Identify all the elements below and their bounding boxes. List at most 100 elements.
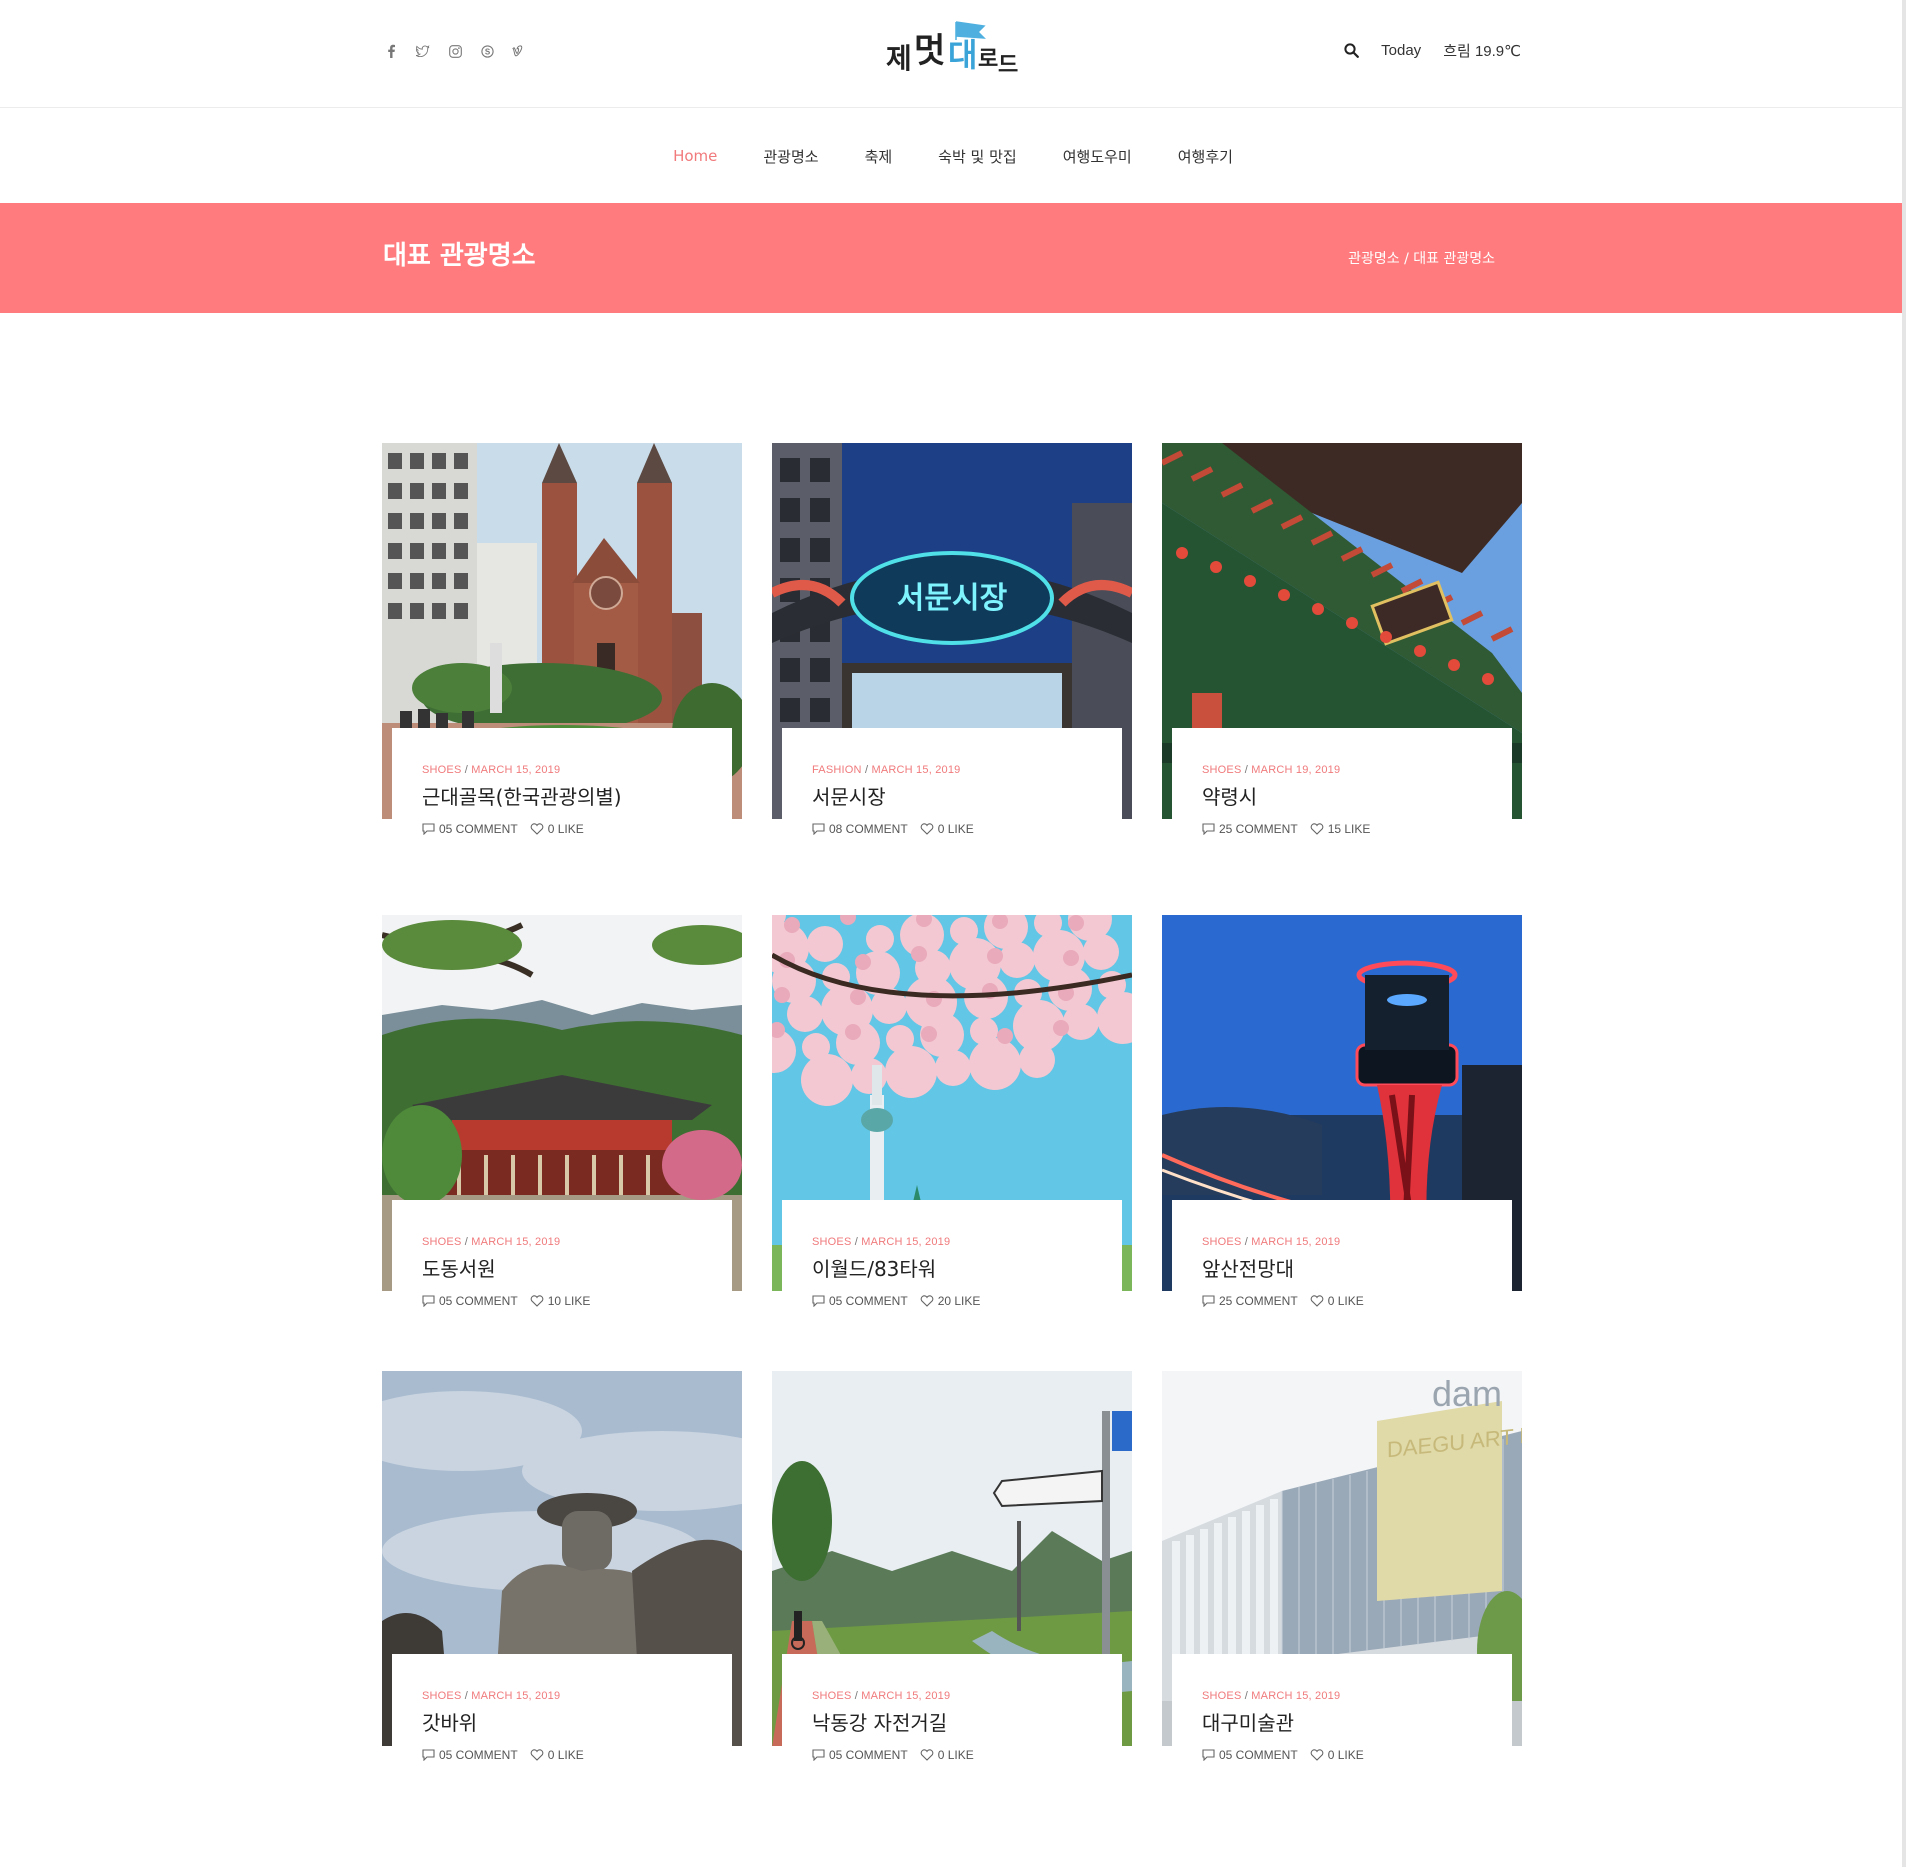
card-stats: 05 COMMENT 20 LIKE bbox=[812, 1294, 1092, 1308]
comment-count[interactable]: 05 COMMENT bbox=[422, 822, 518, 836]
like-count[interactable]: 0 LIKE bbox=[1310, 1294, 1364, 1308]
card-title[interactable]: 도동서원 bbox=[422, 1256, 702, 1282]
attraction-card[interactable]: SHOES / MARCH 15, 2019 근대골목(한국관광의별) 05 C… bbox=[382, 443, 742, 868]
comment-icon bbox=[1202, 1749, 1215, 1761]
comment-count[interactable]: 05 COMMENT bbox=[422, 1748, 518, 1762]
attraction-card[interactable]: DAEGU ART MUSEUM dam SHOES / MARCH 15, 2… bbox=[1162, 1371, 1522, 1794]
nav-item-lodging-food[interactable]: 숙박 및 맛집 bbox=[938, 146, 1017, 167]
attraction-card[interactable]: 서문시장 FASHION / MARCH 15, 2019 서문시장 08 CO… bbox=[772, 443, 1132, 868]
search-icon[interactable] bbox=[1344, 43, 1360, 58]
meta-separator: / bbox=[861, 764, 872, 776]
like-count[interactable]: 0 LIKE bbox=[920, 1748, 974, 1762]
card-meta: SHOES / MARCH 15, 2019 bbox=[422, 764, 702, 776]
comment-count[interactable]: 25 COMMENT bbox=[1202, 822, 1298, 836]
logo-char-4: 로 bbox=[978, 47, 998, 72]
meta-separator: / bbox=[851, 1690, 862, 1702]
card-title[interactable]: 갓바위 bbox=[422, 1710, 702, 1736]
card-title[interactable]: 근대골목(한국관광의별) bbox=[422, 784, 702, 810]
card-stats: 08 COMMENT 0 LIKE bbox=[812, 822, 1092, 836]
card-category[interactable]: FASHION bbox=[812, 764, 862, 776]
card-date: MARCH 19, 2019 bbox=[1251, 764, 1341, 776]
attraction-card[interactable]: SHOES / MARCH 15, 2019 갓바위 05 COMMENT 0 … bbox=[382, 1371, 742, 1794]
card-date: MARCH 15, 2019 bbox=[1251, 1236, 1341, 1248]
comment-icon bbox=[422, 823, 435, 835]
nav-item-reviews[interactable]: 여행후기 bbox=[1178, 146, 1233, 167]
card-category[interactable]: SHOES bbox=[1202, 1690, 1242, 1702]
comment-count[interactable]: 05 COMMENT bbox=[422, 1294, 518, 1308]
like-count-label: 0 LIKE bbox=[1327, 1748, 1364, 1762]
card-date: MARCH 15, 2019 bbox=[471, 1690, 561, 1702]
comment-icon bbox=[422, 1295, 435, 1307]
like-count[interactable]: 10 LIKE bbox=[530, 1294, 590, 1308]
facebook-icon[interactable] bbox=[383, 43, 399, 59]
card-title[interactable]: 대구미술관 bbox=[1202, 1710, 1482, 1736]
card-category[interactable]: SHOES bbox=[422, 764, 462, 776]
card-category[interactable]: SHOES bbox=[812, 1236, 852, 1248]
nav-item-home[interactable]: Home bbox=[673, 147, 717, 165]
skype-icon[interactable]: S bbox=[479, 43, 495, 59]
comment-icon bbox=[812, 823, 825, 835]
card-title[interactable]: 서문시장 bbox=[812, 784, 1092, 810]
heart-icon bbox=[1310, 1749, 1324, 1761]
comment-count-label: 05 COMMENT bbox=[439, 1748, 518, 1762]
nav-item-attractions[interactable]: 관광명소 bbox=[763, 146, 818, 167]
instagram-icon[interactable] bbox=[447, 43, 463, 59]
nav-item-travel-helper[interactable]: 여행도우미 bbox=[1063, 146, 1132, 167]
attraction-card[interactable]: SHOES / MARCH 15, 2019 앞산전망대 25 COMMENT … bbox=[1162, 915, 1522, 1340]
like-count[interactable]: 15 LIKE bbox=[1310, 822, 1370, 836]
comment-count[interactable]: 08 COMMENT bbox=[812, 822, 908, 836]
scrollbar[interactable] bbox=[1902, 0, 1906, 1867]
nav-item-festival[interactable]: 축제 bbox=[865, 146, 893, 167]
like-count[interactable]: 0 LIKE bbox=[920, 822, 974, 836]
like-count[interactable]: 0 LIKE bbox=[530, 822, 584, 836]
attraction-card[interactable]: SHOES / MARCH 15, 2019 이월드/83타워 05 COMME… bbox=[772, 915, 1132, 1340]
card-title[interactable]: 이월드/83타워 bbox=[812, 1256, 1092, 1282]
today-label: Today bbox=[1381, 42, 1422, 59]
card-category[interactable]: SHOES bbox=[422, 1690, 462, 1702]
attraction-card[interactable]: SHOES / MARCH 15, 2019 도동서원 05 COMMENT 1… bbox=[382, 915, 742, 1340]
card-body: SHOES / MARCH 15, 2019 도동서원 05 COMMENT 1… bbox=[392, 1200, 732, 1340]
heart-icon bbox=[530, 1749, 544, 1761]
card-category[interactable]: SHOES bbox=[422, 1236, 462, 1248]
card-meta: FASHION / MARCH 15, 2019 bbox=[812, 764, 1092, 776]
vimeo-icon[interactable] bbox=[511, 43, 527, 59]
heart-icon bbox=[920, 1749, 934, 1761]
card-title[interactable]: 약령시 bbox=[1202, 784, 1482, 810]
heart-icon bbox=[920, 1295, 934, 1307]
comment-count[interactable]: 05 COMMENT bbox=[1202, 1748, 1298, 1762]
card-title[interactable]: 앞산전망대 bbox=[1202, 1256, 1482, 1282]
meta-separator: / bbox=[1241, 764, 1252, 776]
attraction-card[interactable]: SHOES / MARCH 19, 2019 약령시 25 COMMENT 15… bbox=[1162, 443, 1522, 868]
card-category[interactable]: SHOES bbox=[1202, 1236, 1242, 1248]
card-stats: 25 COMMENT 0 LIKE bbox=[1202, 1294, 1482, 1308]
like-count-label: 0 LIKE bbox=[1327, 1294, 1364, 1308]
card-body: FASHION / MARCH 15, 2019 서문시장 08 COMMENT… bbox=[782, 728, 1122, 868]
like-count[interactable]: 20 LIKE bbox=[920, 1294, 980, 1308]
logo-char-1: 제 bbox=[886, 42, 912, 75]
site-logo[interactable]: 제 멋 대 로 드 bbox=[886, 20, 1020, 80]
comment-count[interactable]: 05 COMMENT bbox=[812, 1748, 908, 1762]
meta-separator: / bbox=[461, 1236, 472, 1248]
logo-char-5: 드 bbox=[998, 53, 1018, 78]
like-count[interactable]: 0 LIKE bbox=[1310, 1748, 1364, 1762]
logo-char-2: 멋 bbox=[914, 31, 945, 71]
card-body: SHOES / MARCH 15, 2019 갓바위 05 COMMENT 0 … bbox=[392, 1654, 732, 1794]
card-category[interactable]: SHOES bbox=[1202, 764, 1242, 776]
meta-separator: / bbox=[461, 764, 472, 776]
card-body: SHOES / MARCH 15, 2019 낙동강 자전거길 05 COMME… bbox=[782, 1654, 1122, 1794]
comment-count-label: 05 COMMENT bbox=[829, 1294, 908, 1308]
attraction-card[interactable]: SHOES / MARCH 15, 2019 낙동강 자전거길 05 COMME… bbox=[772, 1371, 1132, 1794]
comment-count[interactable]: 25 COMMENT bbox=[1202, 1294, 1298, 1308]
svg-text:S: S bbox=[484, 47, 490, 56]
breadcrumb[interactable]: 관광명소 / 대표 관광명소 bbox=[1348, 248, 1495, 268]
card-meta: SHOES / MARCH 15, 2019 bbox=[1202, 1236, 1482, 1248]
heart-icon bbox=[530, 1295, 544, 1307]
twitter-icon[interactable] bbox=[415, 43, 431, 59]
like-count[interactable]: 0 LIKE bbox=[530, 1748, 584, 1762]
museum-dam-text: dam bbox=[1432, 1373, 1502, 1414]
comment-count-label: 25 COMMENT bbox=[1219, 1294, 1298, 1308]
comment-count[interactable]: 05 COMMENT bbox=[812, 1294, 908, 1308]
card-title[interactable]: 낙동강 자전거길 bbox=[812, 1710, 1092, 1736]
card-date: MARCH 15, 2019 bbox=[471, 764, 561, 776]
card-category[interactable]: SHOES bbox=[812, 1690, 852, 1702]
